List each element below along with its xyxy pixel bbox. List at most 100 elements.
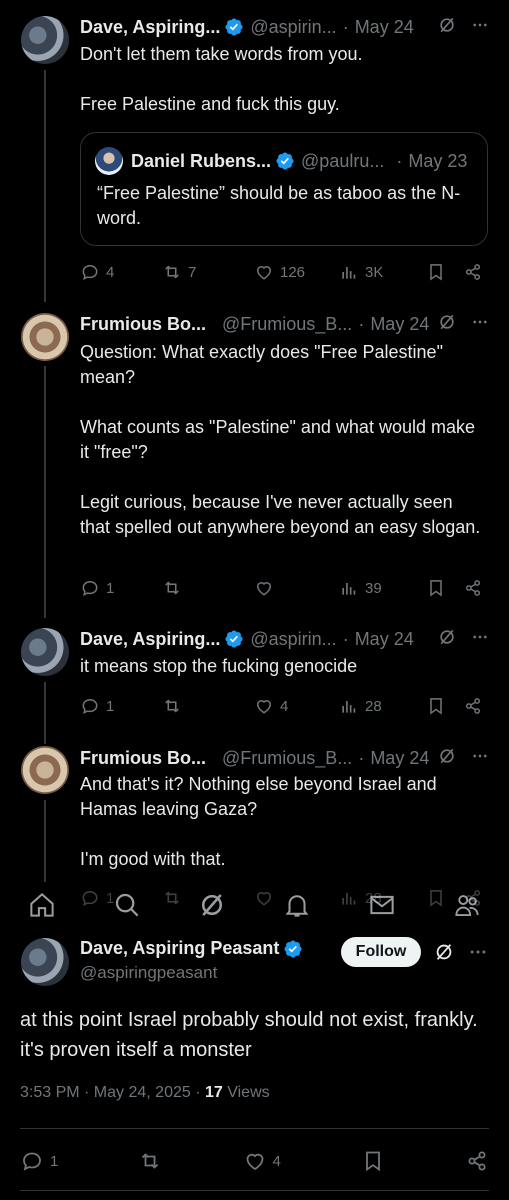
- tweet-text-line: Question: What exactly does "Free Palest…: [80, 342, 443, 387]
- handle[interactable]: @aspiringpeasant: [80, 963, 217, 983]
- reply-count: 1: [50, 1152, 59, 1170]
- display-name[interactable]: Frumious Bo...: [80, 314, 206, 335]
- tweet-timestamp[interactable]: 3:53 PM · May 24, 2025 ·: [20, 1084, 205, 1101]
- tweet-text: Question: What exactly does "Free Palest…: [80, 340, 483, 540]
- handle[interactable]: @Frumious_B...: [222, 314, 352, 335]
- tweet-header: Frumious Bo... @Frumious_B... · May 24: [80, 746, 489, 770]
- grok-icon[interactable]: [437, 312, 457, 332]
- repost-button[interactable]: 7: [162, 262, 254, 282]
- avatar[interactable]: [21, 313, 69, 361]
- handle[interactable]: @Frumious_B...: [222, 748, 352, 769]
- share-button[interactable]: [463, 262, 483, 282]
- like-count: 4: [280, 697, 289, 715]
- tweet-text: it means stop the fucking genocide: [80, 654, 483, 679]
- grok-icon[interactable]: [437, 15, 457, 35]
- like-button[interactable]: [254, 578, 339, 598]
- bookmark-button[interactable]: [426, 696, 463, 716]
- like-button[interactable]: [254, 888, 339, 908]
- reply-icon: [80, 262, 100, 282]
- tweet-date[interactable]: May 24: [370, 748, 429, 769]
- bookmark-icon: [426, 578, 446, 598]
- tweet-meta: 3:53 PM · May 24, 2025 · 17 Views: [20, 1084, 270, 1102]
- tweet-date[interactable]: May 24: [370, 314, 429, 335]
- reply-button[interactable]: 1: [80, 578, 162, 598]
- share-icon: [465, 1149, 489, 1173]
- more-icon[interactable]: [471, 747, 489, 765]
- avatar[interactable]: [21, 628, 69, 676]
- reply-button[interactable]: 1: [80, 696, 162, 716]
- more-icon[interactable]: [468, 942, 488, 962]
- separator: ·: [396, 150, 403, 171]
- display-name[interactable]: Dave, Aspiring Peasant: [80, 938, 279, 959]
- divider: [20, 1190, 489, 1191]
- tweet-text-line: What counts as "Palestine" and what woul…: [80, 417, 475, 462]
- views-icon: [339, 888, 359, 908]
- reply-button[interactable]: 4: [80, 262, 162, 282]
- reply-icon: [80, 696, 100, 716]
- views-button[interactable]: 3K: [339, 262, 426, 282]
- views-button[interactable]: 28: [339, 888, 426, 908]
- tweet-actions: 1 4 28: [80, 694, 489, 718]
- tweet-date[interactable]: May 24: [355, 629, 414, 650]
- tweet-date[interactable]: May 24: [355, 17, 414, 38]
- more-icon[interactable]: [471, 16, 489, 34]
- verified-badge-icon: [275, 151, 295, 171]
- reply-count: 1: [106, 697, 115, 715]
- verified-badge-icon: [224, 629, 244, 649]
- separator: ·: [358, 313, 365, 334]
- like-button[interactable]: 4: [243, 1149, 281, 1173]
- tweet-text-line: Don't let them take words from you.: [80, 44, 363, 64]
- bookmark-button[interactable]: [426, 578, 463, 598]
- main-tweet-actions: 1 4: [20, 1148, 489, 1174]
- like-count: 126: [280, 263, 306, 281]
- share-button[interactable]: [463, 888, 483, 908]
- display-name[interactable]: Dave, Aspiring...: [80, 629, 220, 650]
- separator: ·: [358, 747, 365, 768]
- tweet-text: Don't let them take words from you. Free…: [80, 42, 483, 117]
- share-button[interactable]: [465, 1149, 489, 1173]
- share-icon: [463, 262, 483, 282]
- views-count: 28: [365, 697, 382, 715]
- avatar[interactable]: [21, 16, 69, 64]
- display-name[interactable]: Dave, Aspiring...: [80, 17, 220, 38]
- like-icon: [243, 1149, 267, 1173]
- bookmark-icon: [426, 696, 446, 716]
- views-count: 3K: [365, 263, 384, 281]
- reply-count: 1: [106, 889, 115, 907]
- tweet-text-line: And that's it? Nothing else beyond Israe…: [80, 774, 437, 819]
- tweet-header: Dave, Aspiring... @aspirin... · May 24: [80, 627, 489, 651]
- bookmark-button[interactable]: [426, 262, 463, 282]
- handle[interactable]: @aspirin...: [250, 17, 336, 38]
- reply-icon: [20, 1149, 44, 1173]
- follow-button[interactable]: Follow: [341, 937, 421, 967]
- repost-button[interactable]: [162, 578, 254, 598]
- avatar[interactable]: [21, 746, 69, 794]
- repost-button[interactable]: [138, 1149, 162, 1173]
- views-button[interactable]: 39: [339, 578, 426, 598]
- home-icon[interactable]: [27, 890, 57, 920]
- bookmark-button[interactable]: [361, 1149, 385, 1173]
- thread-line: [44, 70, 46, 302]
- repost-button[interactable]: [162, 888, 254, 908]
- repost-button[interactable]: [162, 696, 254, 716]
- bookmark-button[interactable]: [426, 888, 463, 908]
- display-name[interactable]: Frumious Bo...: [80, 748, 206, 769]
- views-count: 28: [365, 889, 382, 907]
- reply-button[interactable]: 1: [80, 888, 162, 908]
- more-icon[interactable]: [471, 628, 489, 646]
- share-button[interactable]: [463, 578, 483, 598]
- grok-icon[interactable]: [433, 941, 455, 963]
- tweet-actions: 1 39: [80, 576, 489, 600]
- reply-button[interactable]: 1: [20, 1149, 58, 1173]
- handle[interactable]: @aspirin...: [250, 629, 336, 650]
- share-button[interactable]: [463, 696, 483, 716]
- like-button[interactable]: 4: [254, 696, 339, 716]
- grok-icon[interactable]: [437, 627, 457, 647]
- thread-line: [44, 366, 46, 618]
- quoted-tweet[interactable]: Daniel Rubens... @paulru... · May 23 “Fr…: [80, 132, 488, 246]
- avatar[interactable]: [21, 938, 69, 986]
- grok-icon[interactable]: [437, 746, 457, 766]
- views-button[interactable]: 28: [339, 696, 426, 716]
- more-icon[interactable]: [471, 313, 489, 331]
- like-button[interactable]: 126: [254, 262, 339, 282]
